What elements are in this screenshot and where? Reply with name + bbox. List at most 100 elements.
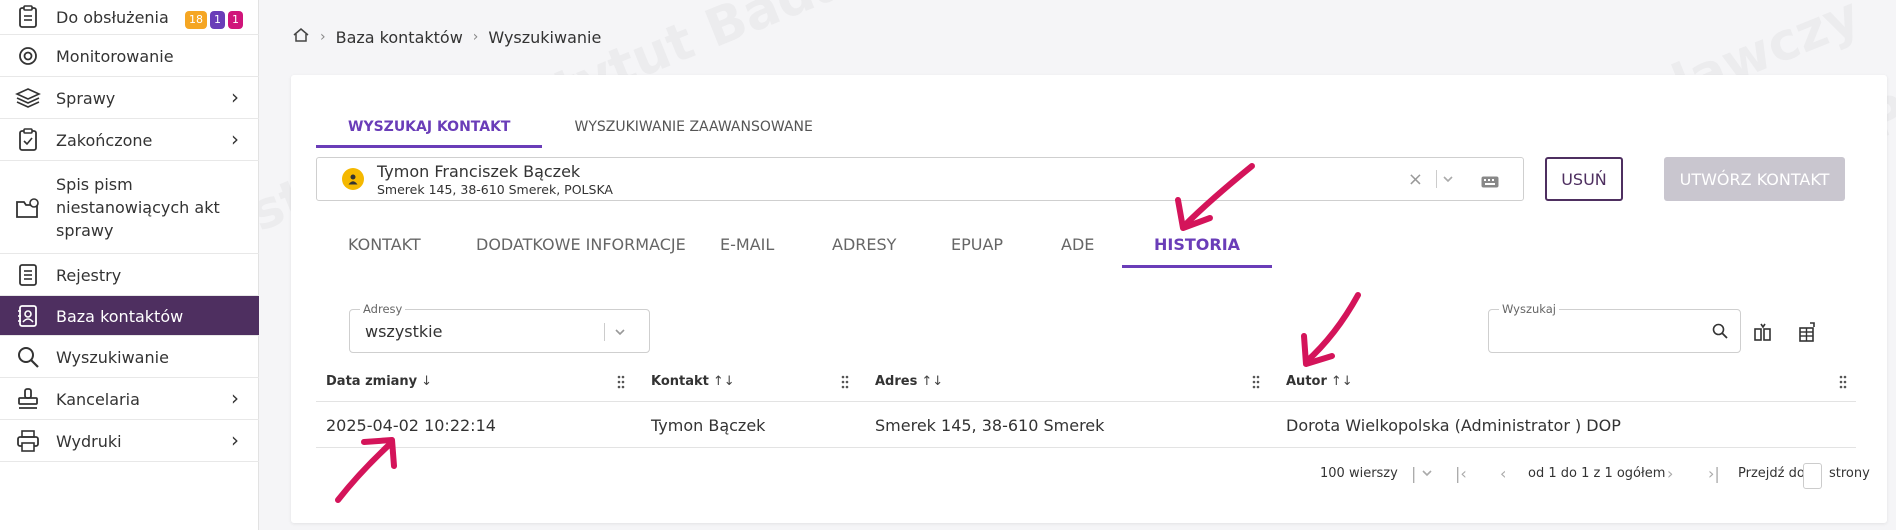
- goto-label: Przejdź do: [1738, 466, 1805, 481]
- sidebar-item-monitorowanie[interactable]: Monitorowanie: [0, 35, 259, 77]
- field-label: Adresy: [360, 302, 406, 316]
- column-header-data-zmiany[interactable]: Data zmiany ↓: [326, 374, 432, 389]
- table-header: Data zmiany ↓ Kontakt ↑↓ Adres ↑↓ Autor …: [316, 366, 1856, 402]
- sidebar-item-label: Monitorowanie: [56, 47, 174, 66]
- breadcrumb-link[interactable]: Baza kontaktów: [336, 28, 463, 47]
- tab-search-contact[interactable]: WYSZUKAJ KONTAKT: [316, 108, 543, 148]
- remove-button[interactable]: USUŃ: [1545, 157, 1623, 201]
- breadcrumb: › Baza kontaktów › Wyszukiwanie: [292, 26, 601, 48]
- last-page-icon[interactable]: ›|: [1708, 464, 1720, 483]
- count-badge: 1: [210, 11, 225, 29]
- sidebar-item-label: Do obsłużenia: [56, 8, 169, 27]
- sidebar-item-label: Zakończone: [56, 131, 153, 150]
- sidebar-item-label: Wyszukiwanie: [56, 348, 169, 367]
- column-settings-icon[interactable]: [1749, 318, 1777, 346]
- sidebar-item-wyszukiwanie[interactable]: Wyszukiwanie: [0, 336, 259, 378]
- page-number-input[interactable]: [1803, 463, 1822, 489]
- table-cell: 2025-04-02 10:22:14: [326, 416, 496, 435]
- stamp-icon: [14, 385, 42, 413]
- sidebar-item-zakonczone[interactable]: Zakończone ›: [0, 119, 259, 161]
- sidebar-item-do-obsluzenia[interactable]: Do obsłużenia 18 1 1: [0, 0, 259, 35]
- breadcrumb-separator: ›: [472, 29, 479, 45]
- sidebar-item-label: Wydruki: [56, 432, 122, 451]
- table-cell: Dorota Wielkopolska (Administrator ) DOP: [1286, 416, 1621, 435]
- export-icon[interactable]: [1793, 318, 1821, 346]
- table-cell: Tymon Bączek: [651, 416, 766, 435]
- sort-icon[interactable]: ↑↓: [713, 374, 735, 389]
- chevron-down-icon[interactable]: [1441, 171, 1455, 190]
- tab-kontakt[interactable]: KONTAKT: [348, 222, 421, 266]
- sort-icon[interactable]: ↑↓: [1331, 374, 1353, 389]
- table-cell: Smerek 145, 38-610 Smerek: [875, 416, 1105, 435]
- tab-advanced-search[interactable]: WYSZUKIWANIE ZAAWANSOWANE: [542, 108, 844, 146]
- sidebar-item-sprawy[interactable]: Sprawy ›: [0, 77, 259, 119]
- drag-handle-icon[interactable]: [1838, 374, 1848, 390]
- drag-handle-icon[interactable]: [1251, 374, 1261, 390]
- column-header-autor[interactable]: Autor ↑↓: [1286, 374, 1353, 389]
- count-badge: 18: [185, 11, 207, 29]
- drag-handle-icon[interactable]: [840, 374, 850, 390]
- home-icon[interactable]: [292, 26, 310, 48]
- tab-adresy[interactable]: ADRESY: [832, 222, 896, 266]
- sidebar-item-label: Rejestry: [56, 266, 122, 285]
- table-row[interactable]: 2025-04-02 10:22:14 Tymon Bączek Smerek …: [316, 404, 1856, 448]
- count-badge: 1: [228, 11, 243, 29]
- clipboard-list-icon: [14, 3, 42, 31]
- search-icon: [14, 343, 42, 371]
- divider: [1436, 170, 1437, 188]
- chevron-down-icon[interactable]: [1420, 466, 1434, 484]
- breadcrumb-current: Wyszukiwanie: [488, 27, 602, 47]
- register-icon: [14, 261, 42, 289]
- chevron-right-icon: ›: [231, 428, 239, 452]
- first-page-icon[interactable]: |‹: [1455, 464, 1467, 483]
- sidebar-item-wydruki[interactable]: Wydruki ›: [0, 420, 259, 462]
- tab-dodatkowe-informacje[interactable]: DODATKOWE INFORMACJE: [476, 222, 686, 266]
- sidebar-item-kancelaria[interactable]: Kancelaria ›: [0, 378, 259, 420]
- chevron-right-icon: ›: [231, 127, 239, 151]
- column-label: Autor: [1286, 374, 1327, 389]
- chevron-right-icon: ›: [231, 386, 239, 410]
- sidebar-item-rejestry[interactable]: Rejestry: [0, 254, 259, 296]
- clipboard-check-icon: [14, 126, 42, 154]
- contact-select[interactable]: Tymon Franciszek Bączek Smerek 145, 38-6…: [316, 157, 1524, 201]
- search-field[interactable]: Wyszukaj: [1488, 302, 1741, 353]
- column-label: Adres: [875, 374, 918, 389]
- sort-desc-icon[interactable]: ↓: [421, 374, 432, 389]
- search-icon[interactable]: [1712, 323, 1728, 343]
- column-header-adres[interactable]: Adres ↑↓: [875, 374, 943, 389]
- column-label: Kontakt: [651, 374, 709, 389]
- sidebar: Do obsłużenia 18 1 1 Monitorowanie Sprawy …: [0, 0, 259, 530]
- previous-page-icon[interactable]: ‹: [1500, 464, 1506, 483]
- field-label: Wyszukaj: [1499, 302, 1559, 316]
- column-header-kontakt[interactable]: Kontakt ↑↓: [651, 374, 735, 389]
- next-page-icon[interactable]: ›: [1667, 464, 1673, 483]
- badge-group: 18 1 1: [182, 8, 243, 29]
- sidebar-item-baza-kontaktow[interactable]: Baza kontaktów: [0, 296, 259, 336]
- contact-address: Smerek 145, 38-610 Smerek, POLSKA: [377, 182, 613, 197]
- keyboard-icon[interactable]: [1481, 173, 1499, 192]
- divider: |: [1411, 464, 1417, 483]
- sort-icon[interactable]: ↑↓: [921, 374, 943, 389]
- tab-e-mail[interactable]: E-MAIL: [720, 222, 774, 266]
- sidebar-item-label: Sprawy: [56, 89, 116, 108]
- person-icon: [342, 168, 364, 190]
- breadcrumb-separator: ›: [320, 29, 326, 45]
- divider: [604, 323, 605, 341]
- sidebar-item-label: Baza kontaktów: [56, 307, 184, 326]
- drag-handle-icon[interactable]: [616, 374, 626, 390]
- tab-ade[interactable]: ADE: [1061, 222, 1094, 266]
- create-contact-button[interactable]: UTWÓRZ KONTAKT: [1664, 157, 1845, 201]
- folder-icon: [14, 194, 42, 222]
- search-tabs: WYSZUKAJ KONTAKT WYSZUKIWANIE ZAAWANSOWA…: [316, 108, 845, 148]
- field-value: wszystkie: [365, 322, 443, 341]
- tab-epuap[interactable]: EPUAP: [951, 222, 1003, 266]
- chevron-down-icon: [613, 324, 627, 343]
- sidebar-item-spis-pism[interactable]: Spis pism niestanowiących akt sprawy: [0, 161, 259, 254]
- printer-icon: [14, 427, 42, 455]
- rows-per-page-select[interactable]: 100 wierszy: [1320, 466, 1398, 481]
- sidebar-item-label: Spis pism niestanowiących akt sprawy: [56, 175, 220, 240]
- tab-historia[interactable]: HISTORIA: [1121, 222, 1273, 268]
- column-label: Data zmiany: [326, 374, 418, 389]
- close-icon[interactable]: ×: [1408, 169, 1423, 190]
- address-filter-select[interactable]: Adresy wszystkie: [349, 302, 650, 353]
